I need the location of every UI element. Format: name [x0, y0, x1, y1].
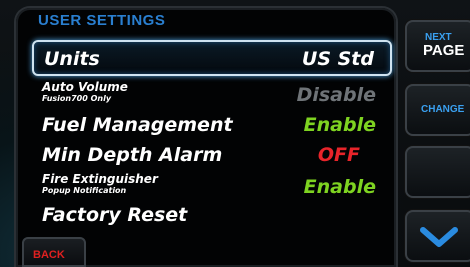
page-label: PAGE — [423, 42, 465, 59]
row-value: Disable — [296, 84, 376, 106]
settings-row-min-depth-alarm[interactable]: Min Depth Alarm OFF — [32, 138, 392, 174]
change-label: CHANGE — [421, 104, 465, 115]
row-sublabel: Fusion700 Only — [42, 94, 112, 103]
settings-row-units[interactable]: Units US Std — [32, 40, 392, 76]
back-button[interactable]: BACK — [22, 237, 86, 267]
row-label: Auto Volume — [42, 80, 128, 94]
row-value: Enable — [303, 114, 376, 136]
settings-row-factory-reset[interactable]: Factory Reset — [32, 198, 392, 234]
change-button[interactable]: CHANGE — [405, 84, 470, 136]
next-page-button[interactable]: NEXT PAGE — [405, 20, 470, 72]
back-label: BACK — [33, 249, 65, 261]
row-label: Min Depth Alarm — [42, 144, 223, 166]
page-title: USER SETTINGS — [38, 12, 166, 29]
row-value: OFF — [317, 144, 360, 166]
row-sublabel: Popup Notification — [42, 186, 127, 195]
row-label: Fuel Management — [42, 114, 233, 136]
scroll-down-button[interactable] — [405, 210, 470, 262]
chevron-down-icon — [419, 224, 459, 255]
blank-side-button[interactable] — [405, 146, 470, 198]
row-label: Factory Reset — [42, 204, 188, 226]
row-value: US Std — [301, 48, 374, 70]
row-value: Enable — [303, 176, 376, 198]
row-label: Units — [44, 48, 100, 70]
row-label: Fire Extinguisher — [42, 172, 158, 186]
